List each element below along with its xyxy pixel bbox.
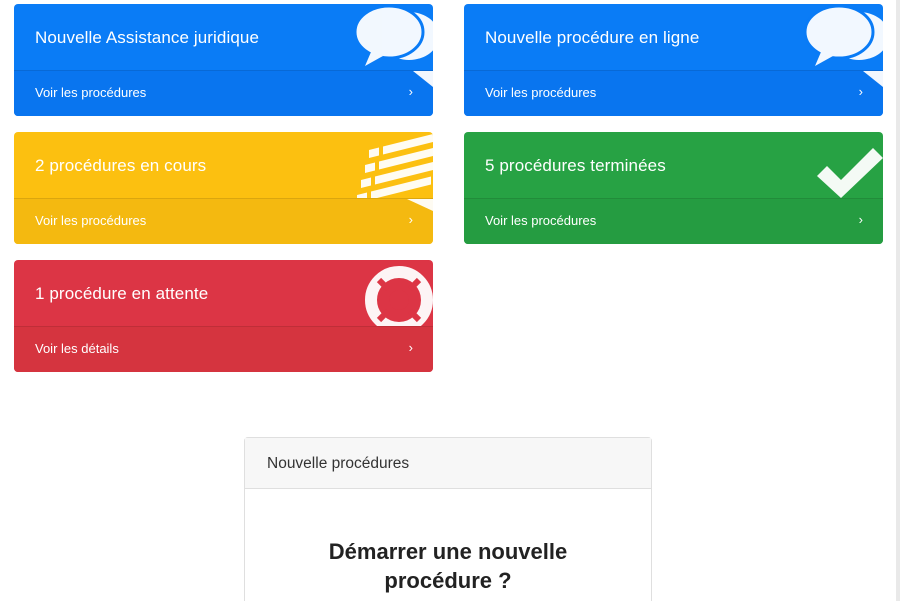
card-procedure-en-attente[interactable]: 1 procédure en attente Voir les détails … bbox=[14, 260, 433, 372]
panel-title: Démarrer une nouvelle procédure ? bbox=[245, 537, 651, 595]
card-link-label[interactable]: Voir les procédures bbox=[485, 213, 596, 228]
card-header: Nouvelle procédure en ligne bbox=[464, 4, 883, 70]
card-link-label[interactable]: Voir les procédures bbox=[485, 85, 596, 100]
card-footer-link[interactable]: Voir les procédures › bbox=[464, 198, 883, 244]
chat-bubbles-icon bbox=[353, 4, 433, 66]
card-header: 1 procédure en attente bbox=[14, 260, 433, 326]
scrollbar-track bbox=[896, 0, 900, 601]
card-link-label[interactable]: Voir les procédures bbox=[35, 85, 146, 100]
card-footer-link[interactable]: Voir les procédures › bbox=[14, 198, 433, 244]
card-title: Nouvelle Assistance juridique bbox=[35, 28, 260, 47]
card-title: 5 procédures terminées bbox=[485, 156, 666, 175]
chat-tail-icon bbox=[863, 71, 883, 87]
chevron-right-icon: › bbox=[858, 212, 863, 227]
card-header: Nouvelle Assistance juridique bbox=[14, 4, 433, 70]
card-title: 2 procédures en cours bbox=[35, 156, 207, 175]
chevron-right-icon: › bbox=[408, 212, 413, 227]
card-title: 1 procédure en attente bbox=[35, 284, 209, 303]
card-footer-link[interactable]: Voir les procédures › bbox=[464, 70, 883, 116]
list-icon bbox=[357, 132, 433, 198]
checkmark-icon bbox=[817, 148, 883, 198]
new-procedure-panel: Nouvelle procédures Démarrer une nouvell… bbox=[244, 437, 652, 601]
card-link-label[interactable]: Voir les détails bbox=[35, 341, 119, 356]
chevron-right-icon: › bbox=[408, 340, 413, 355]
card-procedures-en-cours[interactable]: 2 procédures en cours Voir les procédure… bbox=[14, 132, 433, 244]
lifebuoy-icon bbox=[365, 266, 433, 326]
chat-bubbles-icon bbox=[803, 4, 883, 66]
list-tail-icon bbox=[407, 199, 433, 211]
card-title: Nouvelle procédure en ligne bbox=[485, 28, 700, 47]
card-header: 5 procédures terminées bbox=[464, 132, 883, 198]
card-nouvelle-assistance[interactable]: Nouvelle Assistance juridique Voir les p… bbox=[14, 4, 433, 116]
card-header: 2 procédures en cours bbox=[14, 132, 433, 198]
chat-tail-icon bbox=[413, 71, 433, 87]
panel-title-line1: Démarrer une nouvelle bbox=[328, 539, 568, 564]
panel-title-line2: procédure ? bbox=[384, 568, 512, 593]
card-footer-link[interactable]: Voir les procédures › bbox=[14, 70, 433, 116]
card-footer-link[interactable]: Voir les détails › bbox=[14, 326, 433, 372]
card-link-label[interactable]: Voir les procédures bbox=[35, 213, 146, 228]
card-procedures-terminees[interactable]: 5 procédures terminées Voir les procédur… bbox=[464, 132, 883, 244]
panel-header: Nouvelle procédures bbox=[245, 438, 651, 489]
card-nouvelle-procedure[interactable]: Nouvelle procédure en ligne Voir les pro… bbox=[464, 4, 883, 116]
